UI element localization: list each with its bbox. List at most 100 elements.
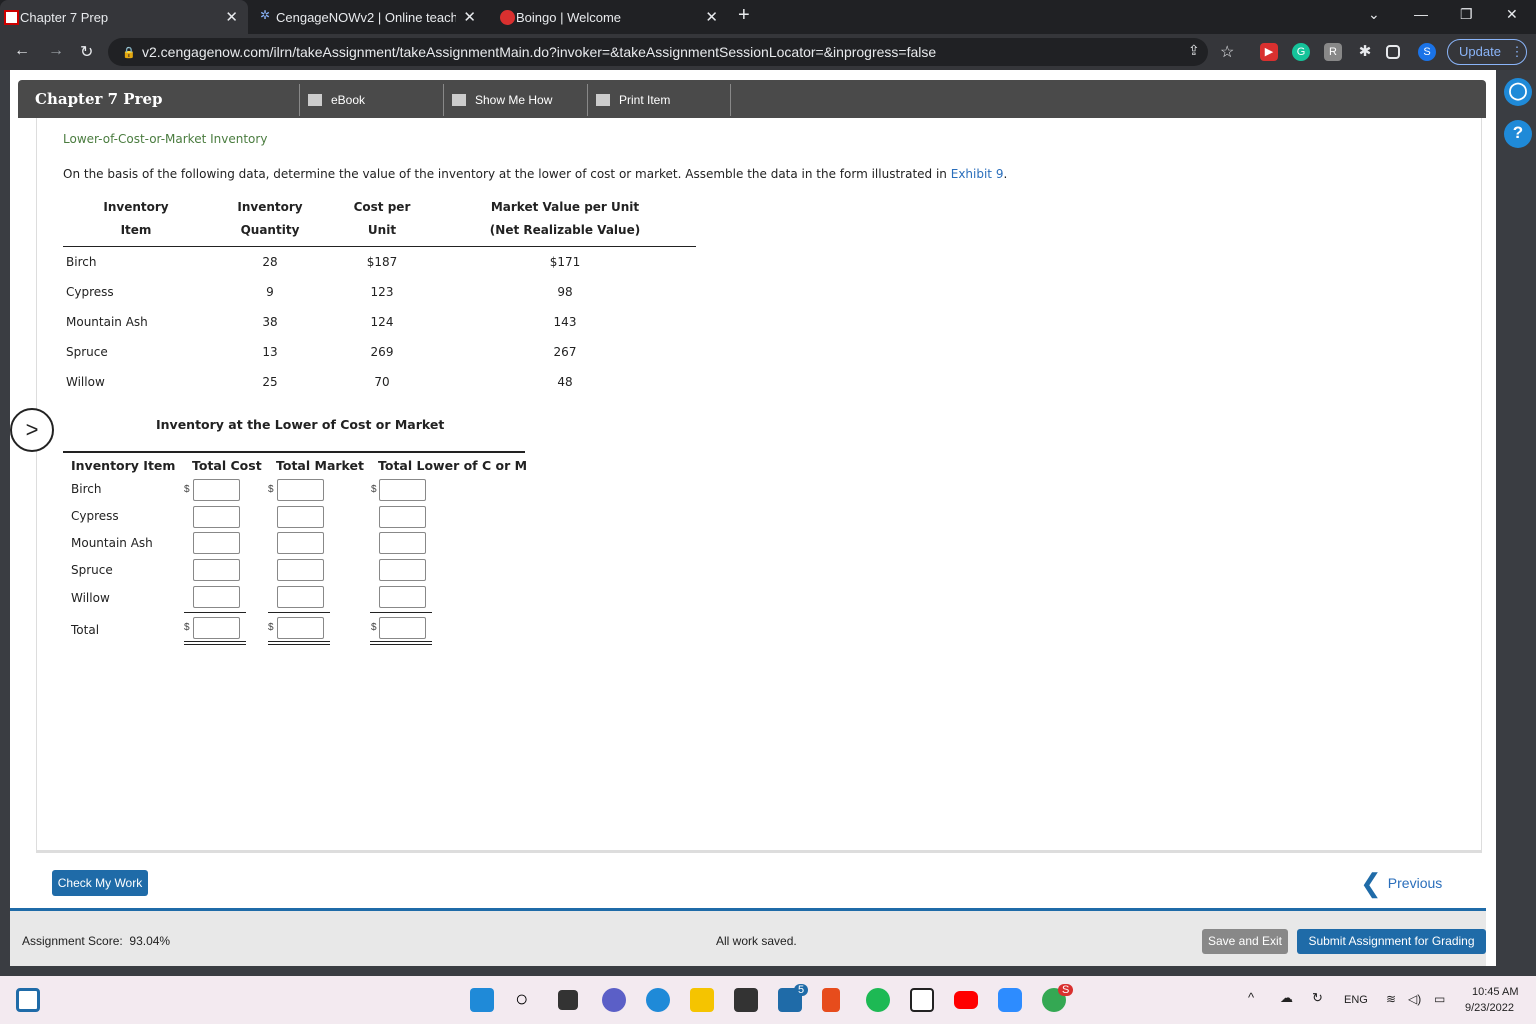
- clock-date[interactable]: 9/23/2022: [1465, 1002, 1514, 1014]
- restore-icon[interactable]: ❐: [1460, 6, 1473, 23]
- forward-icon[interactable]: →: [48, 42, 64, 60]
- close-icon[interactable]: ✕: [225, 8, 238, 26]
- close-icon[interactable]: ✕: [705, 8, 718, 26]
- chrome-badge: S: [1058, 984, 1074, 996]
- office-icon[interactable]: [822, 988, 840, 1012]
- total-cost-input[interactable]: [193, 617, 240, 639]
- youtube-icon[interactable]: [954, 991, 978, 1009]
- reload-icon[interactable]: ↻: [80, 42, 93, 62]
- cypress-total-lcm-input[interactable]: [379, 506, 426, 528]
- help-icon[interactable]: ?: [1504, 120, 1532, 148]
- task-view-icon[interactable]: [558, 990, 578, 1010]
- form-row-label: Birch: [71, 482, 102, 496]
- mountain-ash-total-market-input[interactable]: [277, 532, 324, 554]
- currency-symbol: $: [371, 484, 377, 495]
- total-market-input[interactable]: [277, 617, 324, 639]
- onedrive-icon[interactable]: ☁: [1280, 990, 1293, 1006]
- header-inventory-quantity: Inventory Quantity: [237, 200, 303, 237]
- willow-total-lcm-input[interactable]: [379, 586, 426, 608]
- print-item-button[interactable]: Print Item: [587, 84, 731, 116]
- save-and-exit-button[interactable]: Save and Exit: [1202, 929, 1288, 954]
- wifi-icon[interactable]: ≋: [1386, 992, 1396, 1006]
- tab-search-icon[interactable]: ⌄: [1368, 6, 1380, 23]
- birch-total-market-input[interactable]: [277, 479, 324, 501]
- tab-chapter-7-prep[interactable]: Chapter 7 Prep ✕: [0, 0, 248, 34]
- browser-toolbar: ← → ↻ 🔒 v2.cengagenow.com/ilrn/takeAssig…: [0, 34, 1536, 70]
- battery-icon[interactable]: ▭: [1434, 992, 1445, 1006]
- sidepanel-icon[interactable]: [1386, 45, 1400, 59]
- mountain-ash-total-lcm-input[interactable]: [379, 532, 426, 554]
- submit-assignment-button[interactable]: Submit Assignment for Grading: [1297, 929, 1486, 954]
- search-icon[interactable]: ○: [515, 988, 539, 1012]
- data-cost: 123: [370, 285, 394, 299]
- update-label: Update: [1459, 44, 1501, 59]
- double-rule: [184, 641, 246, 642]
- store-icon[interactable]: [734, 988, 758, 1012]
- show-me-how-button[interactable]: Show Me How: [443, 84, 587, 116]
- double-rule: [268, 644, 330, 645]
- form-row-label: Mountain Ash: [71, 536, 153, 550]
- mountain-ash-total-cost-input[interactable]: [193, 532, 240, 554]
- chat-icon[interactable]: ◯: [1504, 78, 1532, 106]
- assignment-toolbar: Chapter 7 Prep eBook Show Me How Print I…: [18, 80, 1486, 118]
- next-arrow-button[interactable]: >: [10, 408, 54, 452]
- currency-symbol: $: [371, 622, 377, 633]
- action-bar: [36, 850, 1482, 908]
- willow-total-cost-input[interactable]: [193, 586, 240, 608]
- total-lcm-input[interactable]: [379, 617, 426, 639]
- score-value: 93.04%: [129, 934, 171, 948]
- app-icon[interactable]: [16, 988, 40, 1012]
- language-indicator[interactable]: ENG: [1344, 994, 1368, 1006]
- spotify-icon[interactable]: [866, 988, 890, 1012]
- form-title: Inventory at the Lower of Cost or Market: [156, 417, 445, 432]
- tab-boingo[interactable]: Boingo | Welcome ✕: [496, 0, 728, 34]
- currency-symbol: $: [184, 484, 190, 495]
- data-qty: 38: [262, 315, 278, 329]
- puzzle-icon[interactable]: ✱: [1356, 43, 1374, 61]
- address-bar[interactable]: 🔒 v2.cengagenow.com/ilrn/takeAssignment/…: [108, 38, 1208, 66]
- start-icon[interactable]: [470, 988, 494, 1012]
- ebook-button[interactable]: eBook: [299, 84, 443, 116]
- spruce-total-market-input[interactable]: [277, 559, 324, 581]
- left-strip: [10, 118, 36, 908]
- avatar[interactable]: S: [1418, 43, 1436, 61]
- extension-icon[interactable]: ▶: [1260, 43, 1278, 61]
- browser-tab-bar: Chapter 7 Prep ✕ ✲ CengageNOWv2 | Online…: [0, 0, 1536, 34]
- check-my-work-button[interactable]: Check My Work: [52, 870, 148, 896]
- data-item: Spruce: [66, 345, 108, 359]
- zoom-icon[interactable]: [998, 988, 1022, 1012]
- header-inventory-item: Inventory Item: [103, 200, 169, 237]
- back-icon[interactable]: ←: [14, 42, 30, 60]
- new-tab-button[interactable]: +: [738, 4, 750, 27]
- teams-icon[interactable]: [602, 988, 626, 1012]
- previous-button[interactable]: ❮ Previous: [1360, 868, 1442, 899]
- close-window-icon[interactable]: ✕: [1506, 6, 1518, 23]
- update-button[interactable]: Update ⋮: [1447, 39, 1527, 65]
- tab-cengagenow[interactable]: ✲ CengageNOWv2 | Online teachin ✕: [256, 0, 486, 34]
- share-icon[interactable]: ⇪: [1188, 42, 1200, 59]
- amazon-icon[interactable]: [910, 988, 934, 1012]
- form-header-item: Inventory Item: [71, 458, 176, 473]
- close-icon[interactable]: ✕: [463, 8, 476, 26]
- edge-icon[interactable]: [646, 988, 670, 1012]
- extension-icon[interactable]: R: [1324, 43, 1342, 61]
- willow-total-market-input[interactable]: [277, 586, 324, 608]
- volume-icon[interactable]: ◁): [1408, 992, 1421, 1006]
- birch-total-lcm-input[interactable]: [379, 479, 426, 501]
- exhibit-link[interactable]: Exhibit 9: [951, 167, 1004, 181]
- print-icon: [596, 94, 610, 106]
- form-row-label: Spruce: [71, 563, 113, 577]
- spruce-total-cost-input[interactable]: [193, 559, 240, 581]
- spruce-total-lcm-input[interactable]: [379, 559, 426, 581]
- bookmark-star-icon[interactable]: ☆: [1220, 42, 1234, 62]
- sync-icon[interactable]: ↻: [1312, 990, 1323, 1006]
- cypress-total-market-input[interactable]: [277, 506, 324, 528]
- tab-title: Boingo | Welcome: [516, 9, 622, 25]
- folder-icon[interactable]: [690, 988, 714, 1012]
- grammarly-icon[interactable]: G: [1292, 43, 1310, 61]
- chevron-up-icon[interactable]: ^: [1248, 990, 1254, 1005]
- birch-total-cost-input[interactable]: [193, 479, 240, 501]
- cypress-total-cost-input[interactable]: [193, 506, 240, 528]
- minimize-icon[interactable]: —: [1414, 6, 1428, 22]
- clock-time[interactable]: 10:45 AM: [1472, 986, 1518, 998]
